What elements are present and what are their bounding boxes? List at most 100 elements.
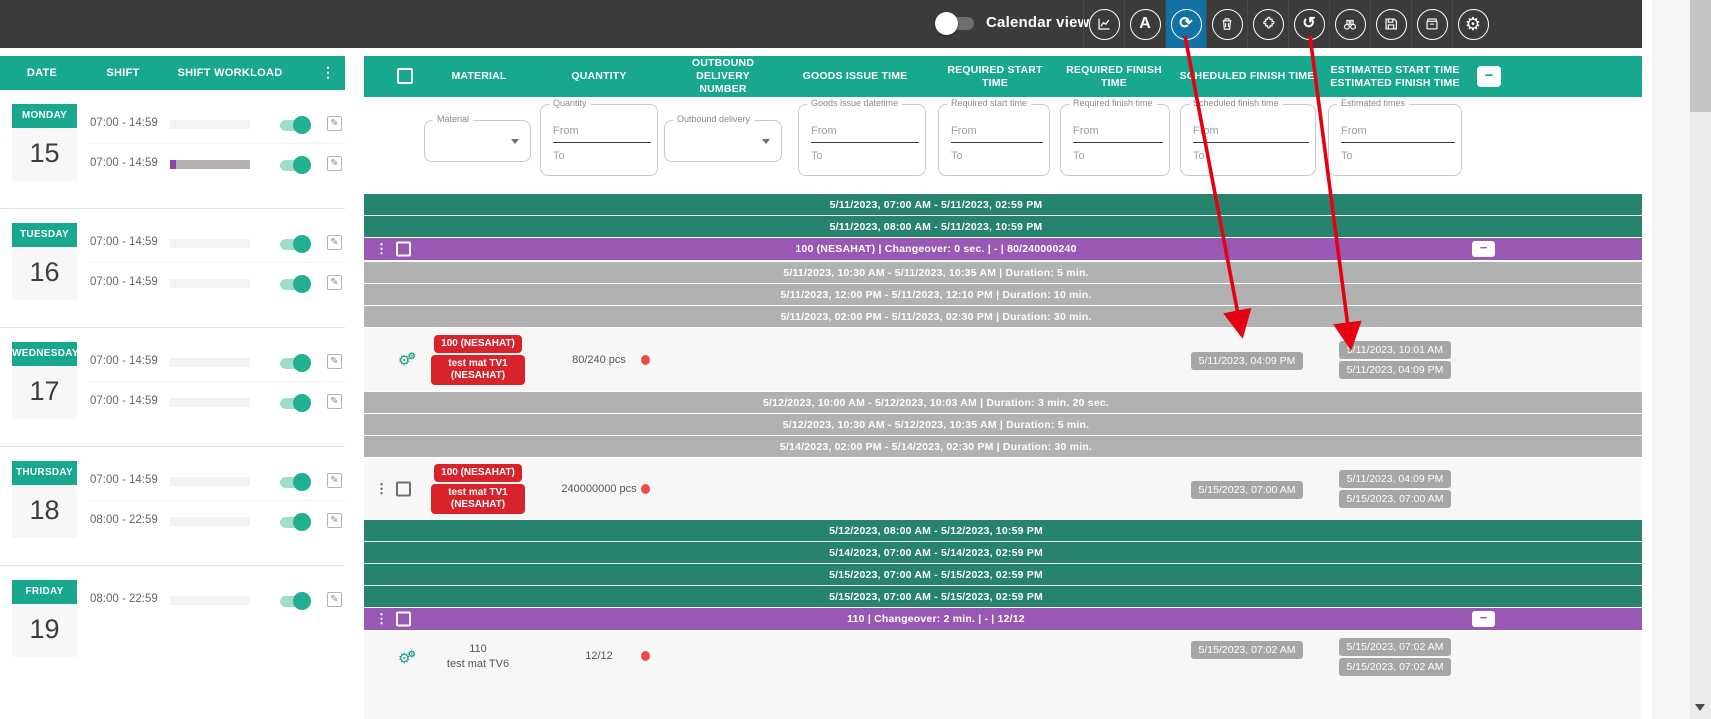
edit-shift-icon[interactable]: ✎ — [327, 275, 342, 290]
shift-row: 5/11/2023, 08:00 AM - 5/11/2023, 10:59 P… — [364, 216, 1642, 237]
column-header-required-finish-time[interactable]: REQUIRED FINISHTIME — [1056, 56, 1172, 97]
filter-from-input[interactable]: From — [553, 125, 579, 137]
save-button[interactable] — [1370, 0, 1411, 48]
find-button[interactable] — [1329, 0, 1370, 48]
row-text: 5/12/2023, 10:30 AM - 5/12/2023, 10:35 A… — [364, 414, 1508, 435]
delete-button[interactable] — [1206, 0, 1247, 48]
shift-time: 07:00 - 14:59 — [90, 395, 158, 407]
scrollbar-thumb[interactable] — [1690, 0, 1711, 112]
shift-enabled-toggle[interactable] — [280, 160, 308, 171]
dropdown-caret-icon[interactable] — [511, 139, 519, 144]
material-badge[interactable]: 100 (NESAHAT) — [434, 464, 522, 482]
material-cell[interactable]: 100 (NESAHAT) test mat TV1 (NESAHAT) — [430, 333, 526, 386]
column-header-estimated-times[interactable]: ESTIMATED START TIMEESTIMATED FINISH TIM… — [1322, 56, 1468, 97]
status-dot — [641, 355, 650, 365]
column-header-material[interactable]: MATERIAL — [430, 56, 528, 97]
filter-outbound-delivery: Outbound delivery — [664, 120, 782, 162]
column-header-date: DATE — [12, 67, 72, 79]
material-cell[interactable]: 100 (NESAHAT) test mat TV1 (NESAHAT) — [430, 462, 526, 515]
edit-shift-icon[interactable]: ✎ — [327, 592, 342, 607]
filter-from-input[interactable]: From — [1341, 125, 1367, 137]
sidebar-menu-icon[interactable]: ⋮ — [321, 64, 335, 81]
filter-to-input[interactable]: To — [553, 150, 565, 162]
downtime-row: 5/14/2023, 02:00 PM - 5/14/2023, 02:30 P… — [364, 436, 1642, 457]
row-text: 5/12/2023, 10:00 AM - 5/12/2023, 10:03 A… — [364, 392, 1508, 413]
shift-enabled-toggle[interactable] — [280, 517, 308, 528]
table-rows: 5/11/2023, 07:00 AM - 5/11/2023, 02:59 P… — [364, 194, 1642, 719]
settings-button[interactable]: ⚙ — [1452, 0, 1493, 48]
day-number: 18 — [12, 495, 77, 526]
row-menu-icon[interactable]: ⋮ — [375, 481, 388, 497]
filter-to-input[interactable]: To — [1341, 150, 1353, 162]
column-header-outbound-delivery-number[interactable]: OUTBOUND DELIVERYNUMBER — [670, 56, 776, 97]
filter-from-input[interactable]: From — [811, 125, 837, 137]
edit-shift-icon[interactable]: ✎ — [327, 513, 342, 528]
undo-button[interactable]: ↺ — [1288, 0, 1329, 48]
undo-icon: ↺ — [1294, 9, 1325, 40]
material-badge[interactable]: test mat TV1 (NESAHAT) — [431, 355, 525, 385]
filter-material: Material — [424, 120, 531, 162]
filter-to-input[interactable]: To — [1073, 150, 1085, 162]
column-header-shift: SHIFT — [88, 67, 158, 79]
scheduled-finish-cell: 5/15/2023, 07:02 AM — [1172, 640, 1322, 660]
column-header-quantity[interactable]: QUANTITY — [528, 56, 670, 97]
archive-button[interactable] — [1411, 0, 1452, 48]
shift-enabled-toggle[interactable] — [280, 358, 308, 369]
edit-shift-icon[interactable]: ✎ — [327, 235, 342, 250]
row-text: 5/11/2023, 12:00 PM - 5/11/2023, 12:10 P… — [364, 284, 1508, 305]
filter-to-input[interactable]: To — [951, 150, 963, 162]
vertical-scrollbar[interactable] — [1690, 0, 1711, 719]
day-card: WEDNESDAY17 — [12, 342, 77, 419]
edit-shift-icon[interactable]: ✎ — [327, 394, 342, 409]
collapse-all-button[interactable]: − — [1477, 66, 1501, 87]
edit-shift-icon[interactable]: ✎ — [327, 354, 342, 369]
row-text: 5/15/2023, 07:00 AM - 5/15/2023, 02:59 P… — [364, 586, 1508, 607]
scrollbar-down-arrow-icon[interactable] — [1695, 704, 1705, 711]
input-underline — [1193, 142, 1309, 143]
shift-enabled-toggle[interactable] — [280, 596, 308, 607]
column-header-scheduled-finish-time[interactable]: SCHEDULED FINISH TIME — [1172, 56, 1322, 97]
edit-shift-icon[interactable]: ✎ — [327, 116, 342, 131]
filter-from-input[interactable]: From — [951, 125, 977, 137]
chart-icon — [1089, 9, 1120, 40]
status-dot — [641, 651, 650, 661]
material-badge[interactable]: test mat TV1 (NESAHAT) — [431, 484, 525, 514]
shift-workload-bar — [170, 358, 250, 367]
filter-to-input[interactable]: To — [1193, 150, 1205, 162]
shift-enabled-toggle[interactable] — [280, 120, 308, 131]
collapse-group-button[interactable]: − — [1472, 241, 1495, 257]
auto-plan-button[interactable]: A — [1124, 0, 1165, 48]
shift-enabled-toggle[interactable] — [280, 477, 308, 488]
collapse-group-button[interactable]: − — [1472, 611, 1495, 627]
status-dot — [641, 484, 650, 494]
plugins-button[interactable] — [1247, 0, 1288, 48]
dropdown-caret-icon[interactable] — [762, 139, 770, 144]
column-header-goods-issue-time[interactable]: GOODS ISSUE TIME — [776, 56, 934, 97]
select-all-checkbox[interactable] — [397, 68, 413, 84]
row-checkbox[interactable] — [396, 481, 411, 496]
shift-row: 08:00 - 22:59✎ — [88, 501, 345, 541]
group-title: 110 | Changeover: 2 min. | - | 12/12 — [364, 608, 1508, 630]
shift-enabled-toggle[interactable] — [280, 398, 308, 409]
edit-shift-icon[interactable]: ✎ — [327, 473, 342, 488]
downtime-row: 5/11/2023, 12:00 PM - 5/11/2023, 12:10 P… — [364, 284, 1642, 305]
day-name-badge: TUESDAY — [12, 223, 77, 247]
filter-from-input[interactable]: From — [1193, 125, 1219, 137]
shift-workload-bar — [170, 160, 250, 169]
filter-to-input[interactable]: To — [811, 150, 823, 162]
calendar-view-label: Calendar view — [986, 14, 1089, 31]
material-badge[interactable]: 100 (NESAHAT) — [434, 335, 522, 353]
shift-time: 07:00 - 14:59 — [90, 117, 158, 129]
shift-enabled-toggle[interactable] — [280, 279, 308, 290]
shift-enabled-toggle[interactable] — [280, 239, 308, 250]
refresh-button[interactable]: ⟳ — [1165, 0, 1206, 48]
material-cell[interactable]: 110test mat TV6 — [430, 642, 526, 672]
filter-from-input[interactable]: From — [1073, 125, 1099, 137]
toggle-knob — [293, 592, 311, 610]
day-block: THURSDAY1807:00 - 14:59✎08:00 - 22:59✎ — [0, 447, 345, 566]
edit-shift-icon[interactable]: ✎ — [327, 156, 342, 171]
toggle-knob — [293, 513, 311, 531]
chart-button[interactable] — [1083, 0, 1124, 48]
column-header-required-start-time[interactable]: REQUIRED STARTTIME — [934, 56, 1056, 97]
calendar-view-toggle[interactable] — [938, 17, 974, 30]
